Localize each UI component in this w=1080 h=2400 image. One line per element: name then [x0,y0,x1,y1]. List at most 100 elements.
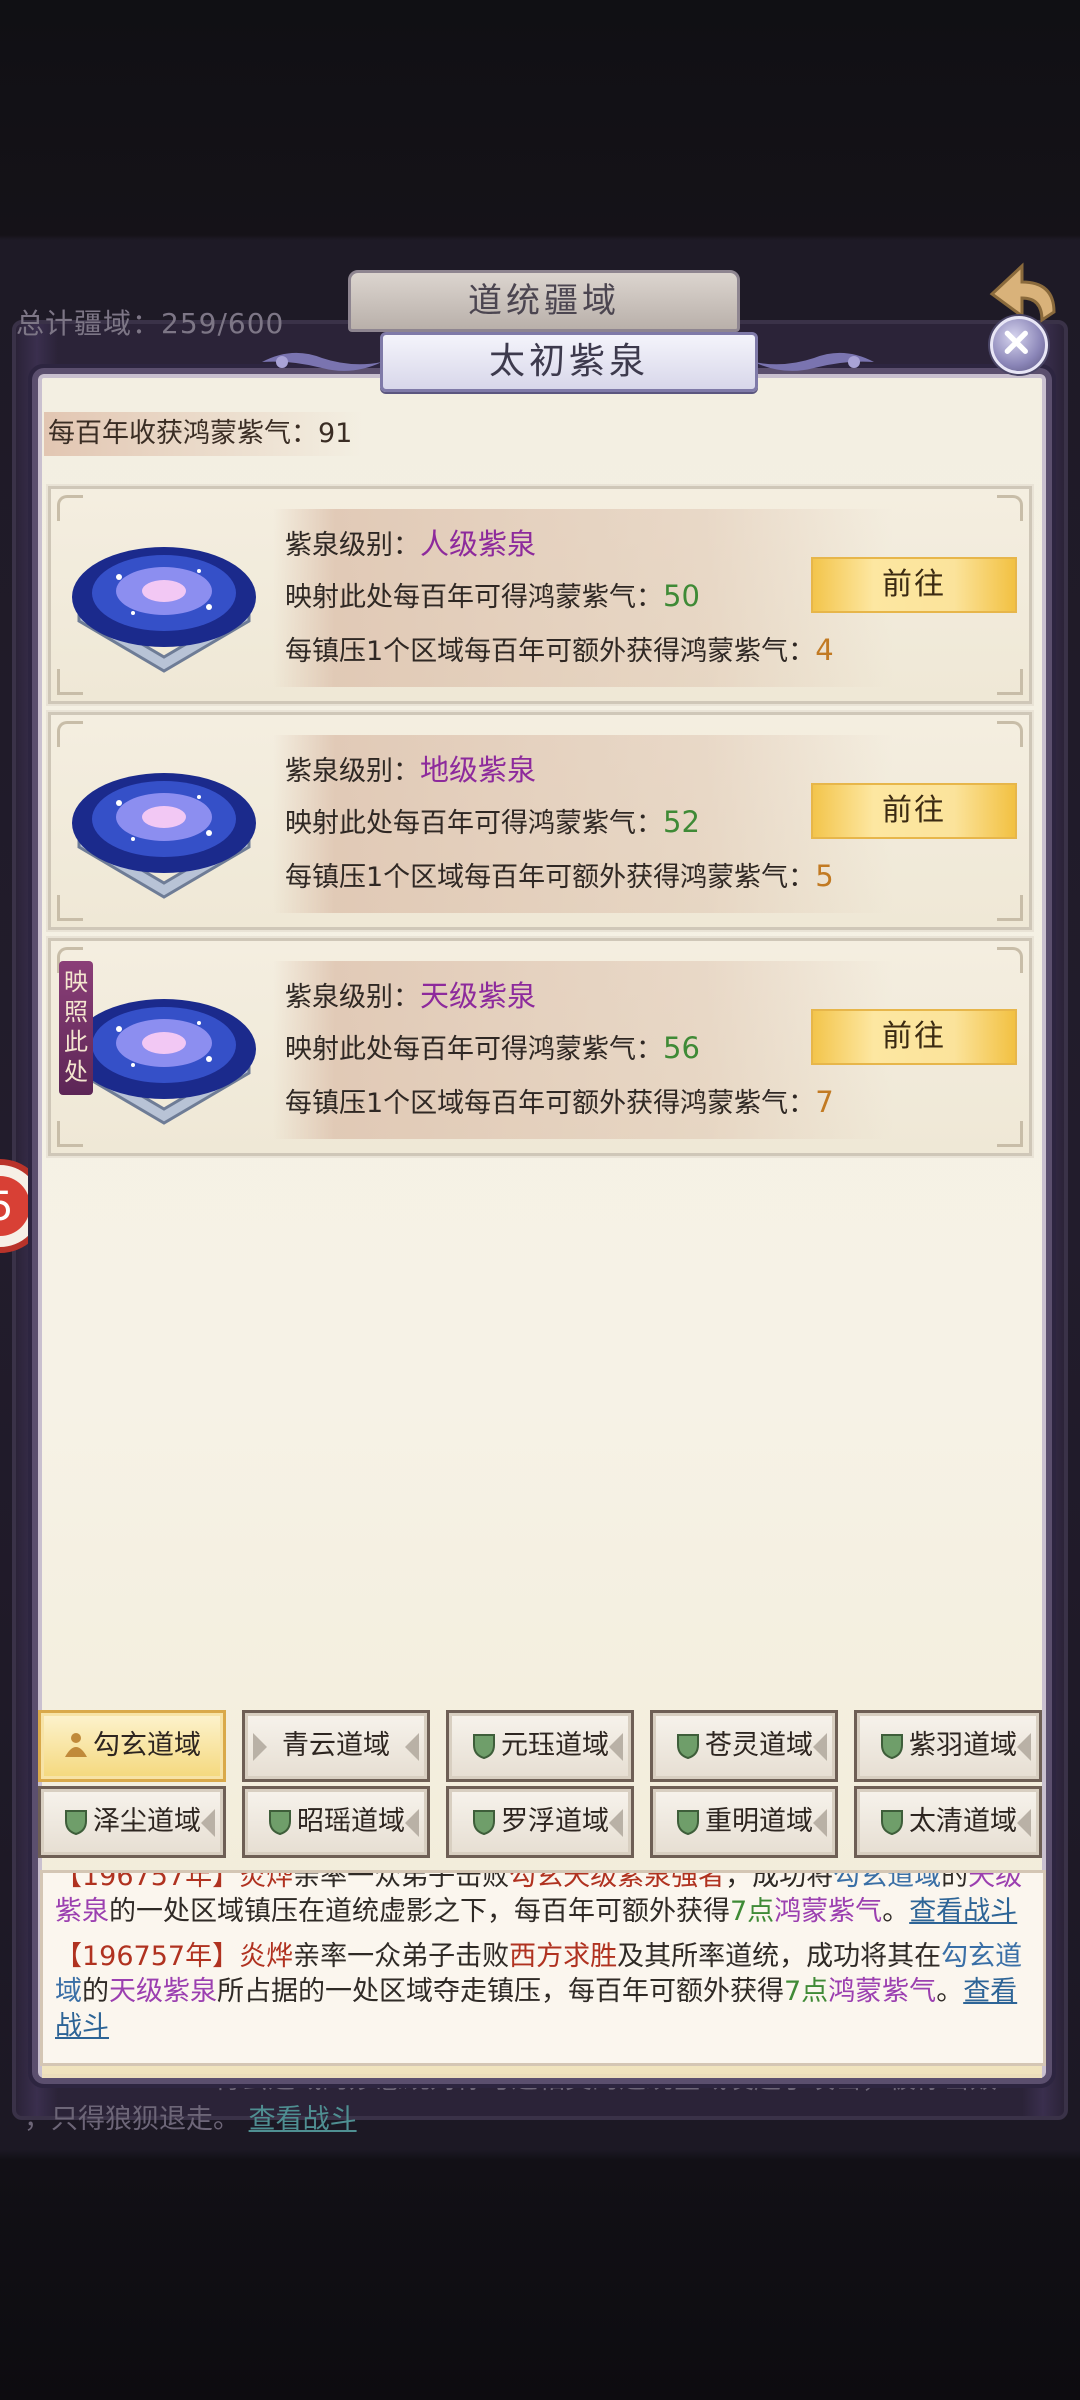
cultivator-icon [65,1732,87,1757]
news-item: 【196757年】炎烨亲率一众弟子击败西方求胜及其所率道统，成功将其在勾玄道域的… [55,1939,1035,2044]
tab-label: 昭瑶道域 [297,1806,405,1837]
income-summary: 每百年收获鸿蒙紫气：91 [44,412,364,456]
news-text: ，成功将 [725,1870,834,1892]
news-text: 。 [882,1896,910,1927]
news-actor: 炎烨 [239,1941,294,1972]
news-year: 【196757年】 [55,1870,240,1892]
arrow-icon [253,1733,267,1761]
tab-yuanjue[interactable]: 元珏道域 [446,1710,634,1782]
svg-text:5: 5 [0,1184,13,1230]
spring-extra-value: 4 [815,633,834,667]
shield-icon [677,1809,699,1835]
spring-map-label: 映射此处每百年可得鸿蒙紫气： [285,1034,663,1065]
spring-level-label: 紫泉级别： [285,982,420,1013]
arrow-icon [813,1809,827,1837]
spring-card-heaven: 映照此处 紫泉级别：天级紫泉 映射此处每百年可得鸿蒙紫气：56 每镇压1个区域每… [46,936,1034,1158]
spring-map-value: 56 [663,1031,700,1065]
news-text: 的 [941,1870,969,1892]
dialog-title: 太初紫泉 [380,332,758,392]
shield-icon [269,1809,291,1835]
news-spring: 天级紫泉 [109,1976,217,2007]
news-target: 西方求胜 [509,1941,618,1972]
arrow-icon [405,1733,419,1761]
arrow-icon [201,1809,215,1837]
spring-extra-value: 7 [815,1085,834,1119]
tab-luofu[interactable]: 罗浮道域 [446,1786,634,1858]
tab-gouxuan[interactable]: 勾玄道域 [38,1710,226,1782]
news-amount: 7点 [730,1896,775,1927]
tab-qingyun[interactable]: 青云道域 [242,1710,430,1782]
tab-label: 重明道域 [705,1806,813,1837]
galaxy-spring-icon [72,773,256,899]
goto-button[interactable]: 前往 [811,557,1017,613]
tab-label: 紫羽道域 [909,1730,1017,1761]
news-text: 亲率一众弟子击败 [293,1941,510,1972]
tab-label: 青云道域 [282,1730,390,1761]
tab-label: 勾玄道域 [93,1730,201,1761]
spring-level-row: 紫泉级别：天级紫泉 [285,973,536,1015]
news-text: 的一处区域镇压在道统虚影之下，每百年可额外获得 [109,1896,730,1927]
news-text: 所占据的一处区域夺走镇压，每百年可额外获得 [217,1976,784,2007]
tab-zhaoyao[interactable]: 昭瑶道域 [242,1786,430,1858]
card-corner [997,495,1023,521]
news-list: 【196757年】炎烨亲率一众弟子击败勾玄天级紫泉强者，成功将勾玄道域的天级紫泉… [55,1870,1035,2054]
news-text: 及其所率道统，成功将其在 [617,1941,942,1972]
news-resource: 鸿蒙紫气 [828,1976,937,2007]
view-battle-link[interactable]: 查看战斗 [909,1896,1017,1927]
tab-cangling[interactable]: 苍灵道域 [650,1710,838,1782]
news-amount: 7点 [784,1976,829,2007]
spring-extra-label: 每镇压1个区域每百年可额外获得鸿蒙紫气： [285,1088,816,1119]
tab-label: 罗浮道域 [501,1806,609,1837]
close-button[interactable] [990,316,1048,374]
shield-icon [881,1809,903,1835]
shield-icon [473,1733,495,1759]
news-year: 【196757年】 [55,1941,240,1972]
title-wing-right-icon [754,352,874,371]
spring-level-label: 紫泉级别： [285,530,420,561]
card-corner [997,947,1023,973]
shield-icon [677,1733,699,1759]
news-resource: 鸿蒙紫气 [774,1896,883,1927]
title-wing-left-icon [262,352,382,371]
goto-button[interactable]: 前往 [811,783,1017,839]
news-target: 勾玄天级紫泉强者 [509,1870,726,1892]
background-view-battle-link[interactable]: 查看战斗 [249,2104,357,2135]
tab-zechen[interactable]: 泽尘道域 [38,1786,226,1858]
mapped-here-tag: 映照此处 [59,961,93,1095]
arrow-icon [1017,1733,1031,1761]
spring-level-row: 紫泉级别：人级紫泉 [285,521,536,563]
news-actor: 炎烨 [239,1870,294,1892]
spring-map-value: 52 [663,805,700,839]
screen: 总计疆域：259/600 道统疆域 5 青云道域的妙感观对你与之相交的道统区域发… [0,0,1080,2400]
spring-extra-row: 每镇压1个区域每百年可额外获得鸿蒙紫气：7 [285,1081,834,1120]
card-corner [997,669,1023,695]
spring-extra-label: 每镇压1个区域每百年可额外获得鸿蒙紫气： [285,636,816,667]
tab-taiqing[interactable]: 太清道域 [854,1786,1042,1858]
spring-map-label: 映射此处每百年可得鸿蒙紫气： [285,582,663,613]
spring-extra-row: 每镇压1个区域每百年可额外获得鸿蒙紫气：4 [285,629,834,668]
background-total-territory: 总计疆域：259/600 [16,307,285,340]
spring-map-row: 映射此处每百年可得鸿蒙紫气：52 [285,801,700,840]
arrow-icon [1017,1809,1031,1837]
spring-level-label: 紫泉级别： [285,756,420,787]
close-icon [1004,330,1028,354]
battle-news-log[interactable]: 【196757年】炎烨亲率一众弟子击败勾玄天级紫泉强者，成功将勾玄道域的天级紫泉… [40,1870,1046,2066]
galaxy-spring-icon [72,547,256,673]
news-text: 的 [82,1976,109,2007]
tab-chongming[interactable]: 重明道域 [650,1786,838,1858]
tab-label: 太清道域 [909,1806,1017,1837]
background-log-line: ，只得狼狈退走。 查看战斗 [24,2104,357,2135]
card-corner [997,1121,1023,1147]
spring-level-row: 紫泉级别：地级紫泉 [285,747,536,789]
tab-ziyu[interactable]: 紫羽道域 [854,1710,1042,1782]
shield-icon [65,1809,87,1835]
shield-icon [881,1733,903,1759]
arrow-icon [405,1809,419,1837]
news-domain: 勾玄道域 [833,1870,942,1892]
news-text: 。 [936,1976,964,2007]
spring-map-row: 映射此处每百年可得鸿蒙紫气：50 [285,575,700,614]
goto-button[interactable]: 前往 [811,1009,1017,1065]
spring-extra-row: 每镇压1个区域每百年可额外获得鸿蒙紫气：5 [285,855,834,894]
spring-extra-value: 5 [815,859,834,893]
spring-card-earth: 紫泉级别：地级紫泉 映射此处每百年可得鸿蒙紫气：52 每镇压1个区域每百年可额外… [46,710,1034,932]
